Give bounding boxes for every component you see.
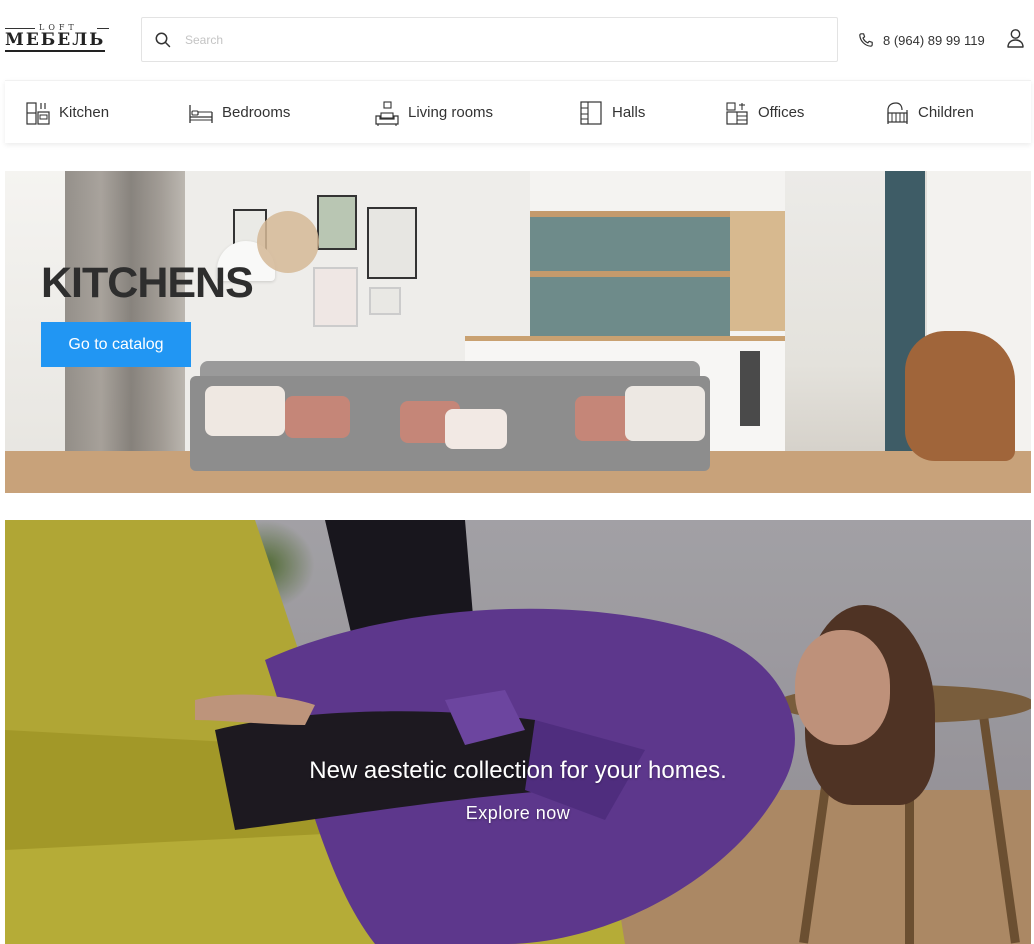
collection-banner[interactable]: New aestetic collection for your homes. … — [5, 520, 1031, 944]
category-kitchen[interactable]: Kitchen — [25, 81, 109, 144]
search-bar — [141, 17, 838, 62]
wall-picture — [369, 287, 401, 315]
category-label: Children — [918, 104, 974, 121]
sofa-cushion — [445, 409, 507, 449]
category-label: Bedrooms — [222, 104, 291, 121]
search-input[interactable] — [185, 28, 805, 52]
search-icon[interactable] — [154, 31, 172, 49]
kitchen-icon — [26, 101, 50, 125]
banner-background — [730, 211, 785, 331]
wall-picture — [367, 207, 417, 279]
category-children[interactable]: Children — [884, 81, 974, 144]
wall-picture — [317, 195, 357, 250]
banner-overlay — [5, 520, 1031, 944]
logo-rule-right — [97, 28, 109, 29]
category-label: Offices — [758, 104, 805, 121]
sofa-cushion — [285, 396, 350, 438]
logo-rule-left — [5, 28, 35, 29]
category-label: Living rooms — [408, 104, 494, 121]
site-header: LOFT МЕБЕЛЬ 8 (964) 89 99 119 — [0, 0, 1034, 80]
banner-background — [740, 351, 760, 426]
explore-now-link[interactable]: Explore now — [5, 803, 1031, 824]
category-offices[interactable]: Offices — [724, 81, 804, 144]
logo-main-text: МЕБЕЛЬ — [5, 30, 106, 52]
bed-icon — [189, 104, 213, 123]
pendant-lamp — [257, 211, 319, 273]
kitchens-banner: KITCHENS Go to catalog — [5, 171, 1031, 493]
banner-title: KITCHENS — [41, 259, 254, 307]
wardrobe-icon — [580, 100, 602, 125]
banner-background — [530, 271, 730, 277]
category-label: Kitchen — [59, 104, 110, 121]
wall-picture — [313, 267, 358, 327]
collection-title: New aestetic collection for your homes. — [309, 757, 727, 784]
sofa-cushion — [205, 386, 285, 436]
phone-icon — [859, 33, 873, 47]
banner-background — [530, 211, 730, 217]
sofa-cushion — [625, 386, 705, 441]
lounge-chair — [905, 331, 1015, 461]
phone-number: 8 (964) 89 99 119 — [883, 32, 985, 48]
crib-icon — [887, 101, 908, 124]
category-bedrooms[interactable]: Bedrooms — [188, 81, 290, 144]
category-nav: Kitchen Bedrooms Living rooms Halls Offi… — [5, 80, 1031, 143]
category-label: Halls — [612, 104, 646, 121]
category-living-rooms[interactable]: Living rooms — [374, 81, 493, 144]
living-room-icon — [375, 100, 399, 126]
user-account-icon[interactable] — [1006, 28, 1025, 48]
category-halls[interactable]: Halls — [578, 81, 645, 144]
office-icon — [726, 101, 748, 125]
phone-contact[interactable]: 8 (964) 89 99 119 — [858, 31, 985, 49]
site-logo[interactable]: LOFT МЕБЕЛЬ — [5, 24, 109, 52]
go-to-catalog-button[interactable]: Go to catalog — [41, 322, 191, 367]
